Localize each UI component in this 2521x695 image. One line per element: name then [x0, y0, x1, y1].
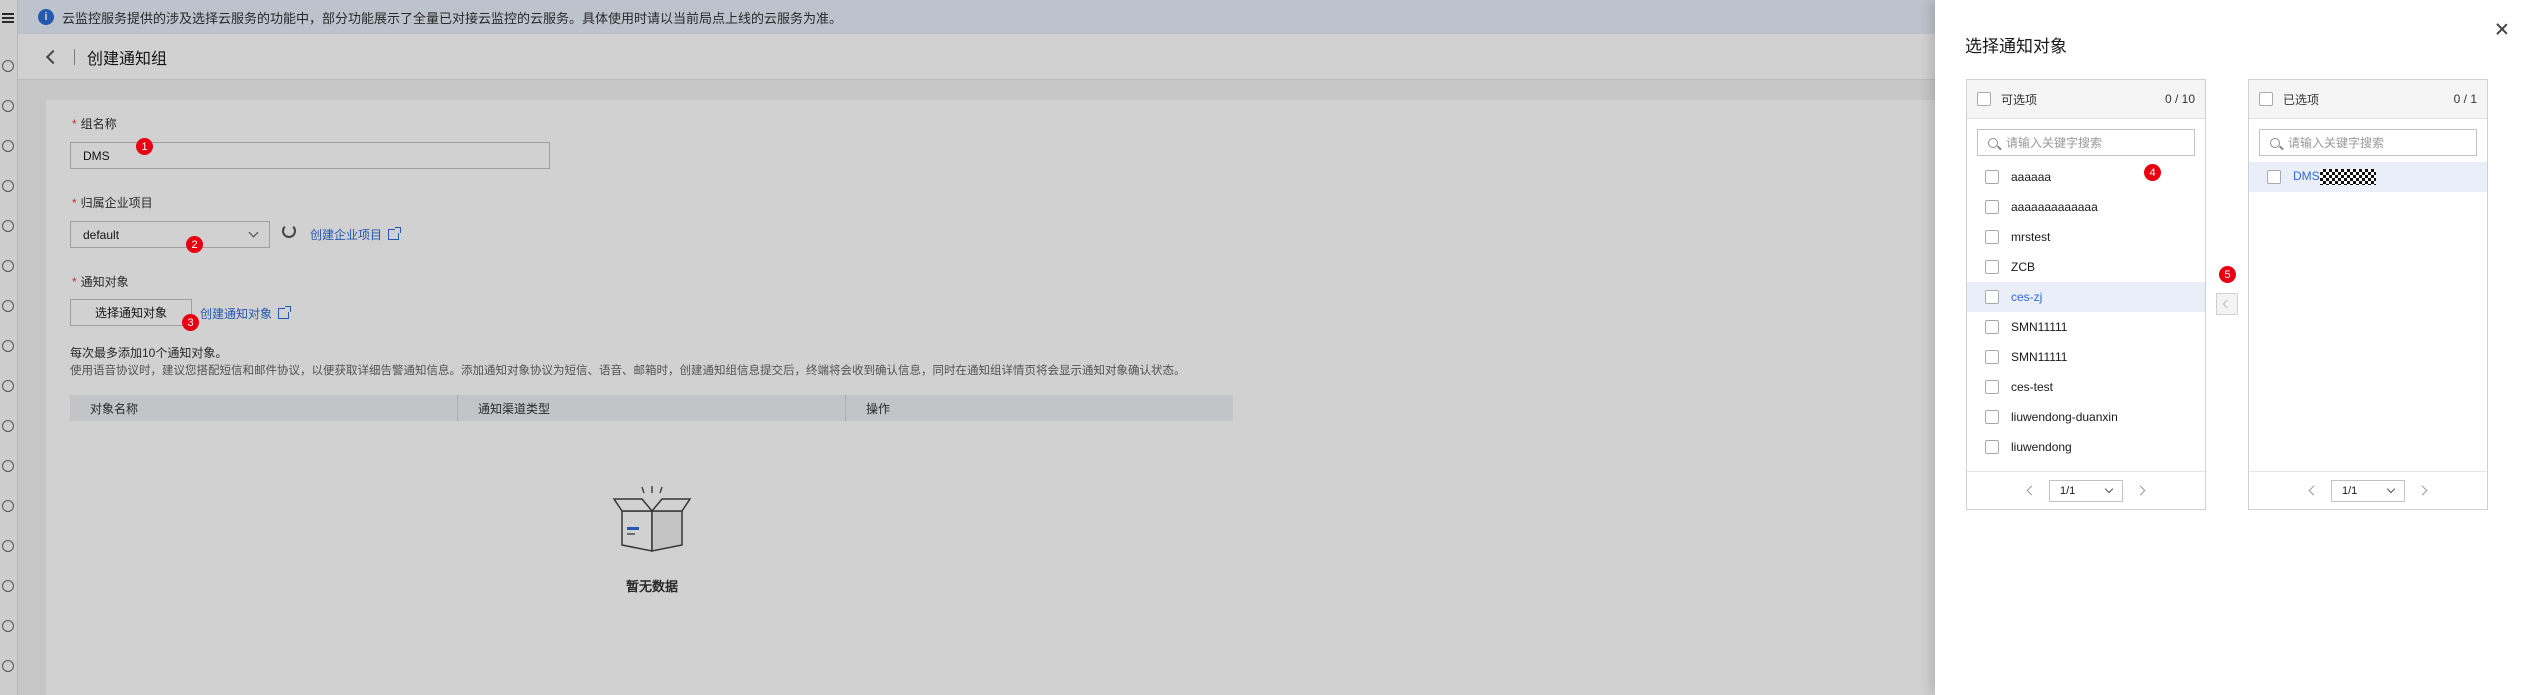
- list-item[interactable]: ces-test: [1967, 372, 2205, 402]
- item-checkbox[interactable]: [1985, 380, 1999, 394]
- item-checkbox[interactable]: [1985, 350, 1999, 364]
- item-checkbox[interactable]: [1985, 290, 1999, 304]
- chevron-left-icon[interactable]: [2308, 485, 2319, 496]
- chevron-right-icon[interactable]: [2417, 485, 2428, 496]
- chevron-down-icon: [2104, 484, 2114, 494]
- drawer-title: 选择通知对象: [1965, 37, 2067, 56]
- list-item-active[interactable]: DMS: [2249, 162, 2487, 192]
- selected-pager: 1/1: [2249, 471, 2487, 509]
- list-item[interactable]: SMN11111: [1967, 312, 2205, 342]
- available-pager: 1/1: [1967, 471, 2205, 509]
- chevron-down-icon: [2386, 484, 2396, 494]
- item-checkbox[interactable]: [1985, 230, 1999, 244]
- list-item[interactable]: aaaaaaaaaaaaa: [1967, 192, 2205, 222]
- available-panel-header: 可选项 0 / 10: [1967, 80, 2205, 119]
- available-title: 可选项: [2001, 92, 2038, 107]
- list-item[interactable]: liuwendong: [1967, 432, 2205, 462]
- list-item[interactable]: aaaaaa: [1967, 162, 2205, 192]
- available-panel: 可选项 0 / 10 请输入关键字搜索 aaaaaa aaaaaaaaaaaaa…: [1966, 79, 2206, 510]
- step-badge: 2: [186, 236, 203, 253]
- available-search-input[interactable]: 请输入关键字搜索: [1977, 129, 2195, 156]
- item-checkbox[interactable]: [1985, 200, 1999, 214]
- item-checkbox[interactable]: [1985, 440, 1999, 454]
- available-count: 0 / 10: [2164, 92, 2195, 106]
- item-checkbox[interactable]: [1985, 170, 1999, 184]
- list-item[interactable]: SMN11111: [1967, 342, 2205, 372]
- page-select[interactable]: 1/1: [2049, 479, 2123, 502]
- item-checkbox[interactable]: [1985, 260, 1999, 274]
- item-checkbox[interactable]: [2267, 170, 2281, 184]
- item-checkbox[interactable]: [1985, 320, 1999, 334]
- list-item[interactable]: ZCB: [1967, 252, 2205, 282]
- step-badge: 4: [2144, 164, 2161, 181]
- search-icon: [1988, 137, 1998, 148]
- close-icon[interactable]: [2495, 22, 2509, 36]
- available-list: aaaaaa aaaaaaaaaaaaa mrstest ZCB ces-zj …: [1967, 162, 2205, 462]
- item-checkbox[interactable]: [1985, 410, 1999, 424]
- modal-overlay[interactable]: [0, 0, 1935, 695]
- list-item-active[interactable]: ces-zj: [1967, 282, 2205, 312]
- chevron-left-icon: [2222, 299, 2232, 309]
- selected-count: 0 / 1: [2453, 92, 2477, 106]
- selected-panel-header: 已选项 0 / 1: [2249, 80, 2487, 119]
- page-select[interactable]: 1/1: [2331, 479, 2405, 502]
- selected-search-input[interactable]: 请输入关键字搜索: [2259, 129, 2477, 156]
- step-badge: 3: [182, 314, 199, 331]
- list-item[interactable]: liuwendong-duanxin: [1967, 402, 2205, 432]
- selected-title: 已选项: [2283, 92, 2320, 107]
- chevron-left-icon[interactable]: [2026, 485, 2037, 496]
- chevron-right-icon[interactable]: [2135, 485, 2146, 496]
- step-badge: 5: [2219, 266, 2236, 283]
- select-all-checkbox[interactable]: [2259, 92, 2273, 106]
- search-icon: [2270, 137, 2280, 148]
- masked-text: [2319, 169, 2376, 185]
- selected-list: DMS: [2249, 162, 2487, 192]
- list-item[interactable]: mrstest: [1967, 222, 2205, 252]
- selected-panel: 已选项 0 / 1 请输入关键字搜索 DMS 1/1: [2248, 79, 2488, 510]
- transfer-left-button[interactable]: [2216, 293, 2238, 315]
- step-badge: 1: [136, 138, 153, 155]
- select-all-checkbox[interactable]: [1977, 92, 1991, 106]
